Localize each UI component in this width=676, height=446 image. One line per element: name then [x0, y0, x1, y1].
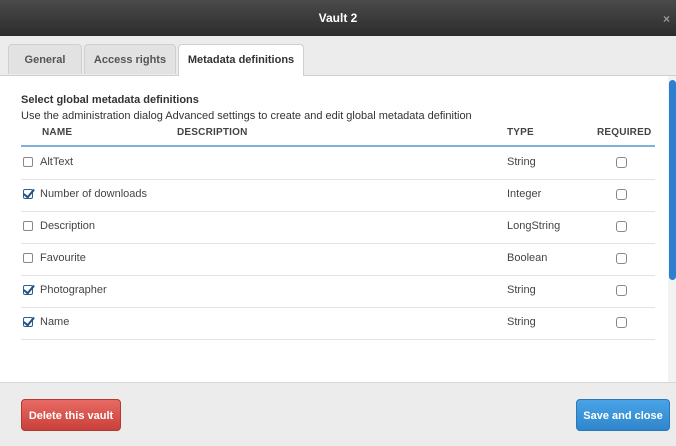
save-and-close-button[interactable]: Save and close: [576, 399, 670, 431]
metadata-name: AltText: [40, 156, 74, 168]
section-heading: Select global metadata definitions: [21, 94, 199, 106]
required-checkbox[interactable]: [616, 157, 627, 168]
select-checkbox[interactable]: [23, 317, 33, 327]
metadata-name: Favourite: [40, 252, 86, 264]
required-checkbox[interactable]: [616, 221, 627, 232]
select-checkbox[interactable]: [23, 285, 33, 295]
required-checkbox[interactable]: [616, 253, 627, 264]
close-icon[interactable]: ×: [663, 0, 670, 38]
tab-general[interactable]: General: [8, 44, 82, 74]
table-row: Number of downloads Integer: [21, 179, 655, 212]
delete-vault-button[interactable]: Delete this vault: [21, 399, 121, 431]
select-checkbox[interactable]: [23, 221, 33, 231]
metadata-name: Name: [40, 316, 70, 328]
table-row: Photographer String: [21, 275, 655, 308]
select-checkbox[interactable]: [23, 189, 33, 199]
metadata-name: Description: [40, 220, 96, 232]
column-header-type: TYPE: [507, 127, 534, 138]
tab-metadata-definitions[interactable]: Metadata definitions: [178, 44, 304, 76]
metadata-type: Integer: [507, 188, 542, 200]
column-header-required: REQUIRED: [597, 127, 652, 138]
column-header-description: DESCRIPTION: [177, 127, 248, 138]
table-row: AltText String: [21, 147, 655, 180]
metadata-type: Boolean: [507, 252, 548, 264]
select-checkbox[interactable]: [23, 157, 33, 167]
required-checkbox[interactable]: [616, 285, 627, 296]
table-row: Description LongString: [21, 211, 655, 244]
required-checkbox[interactable]: [616, 317, 627, 328]
section-description: Use the administration dialog Advanced s…: [21, 110, 472, 122]
window-title: Vault 2: [318, 11, 358, 25]
metadata-type: String: [507, 316, 536, 328]
metadata-panel: Select global metadata definitions Use t…: [0, 76, 668, 382]
required-checkbox[interactable]: [616, 189, 627, 200]
window-titlebar: Vault 2 ×: [0, 0, 676, 36]
dialog-footer: Delete this vault Save and close: [0, 382, 676, 446]
tab-bar: General Access rights Metadata definitio…: [0, 36, 676, 76]
column-header-name: NAME: [42, 127, 73, 138]
metadata-type: String: [507, 156, 536, 168]
metadata-type: String: [507, 284, 536, 296]
metadata-name: Photographer: [40, 284, 107, 296]
metadata-type: LongString: [507, 220, 561, 232]
table-row: Name String: [21, 307, 655, 340]
table-row: Favourite Boolean: [21, 243, 655, 276]
metadata-name: Number of downloads: [40, 188, 148, 200]
tab-access-rights[interactable]: Access rights: [84, 44, 176, 74]
select-checkbox[interactable]: [23, 253, 33, 263]
scrollbar-thumb[interactable]: [669, 80, 676, 280]
